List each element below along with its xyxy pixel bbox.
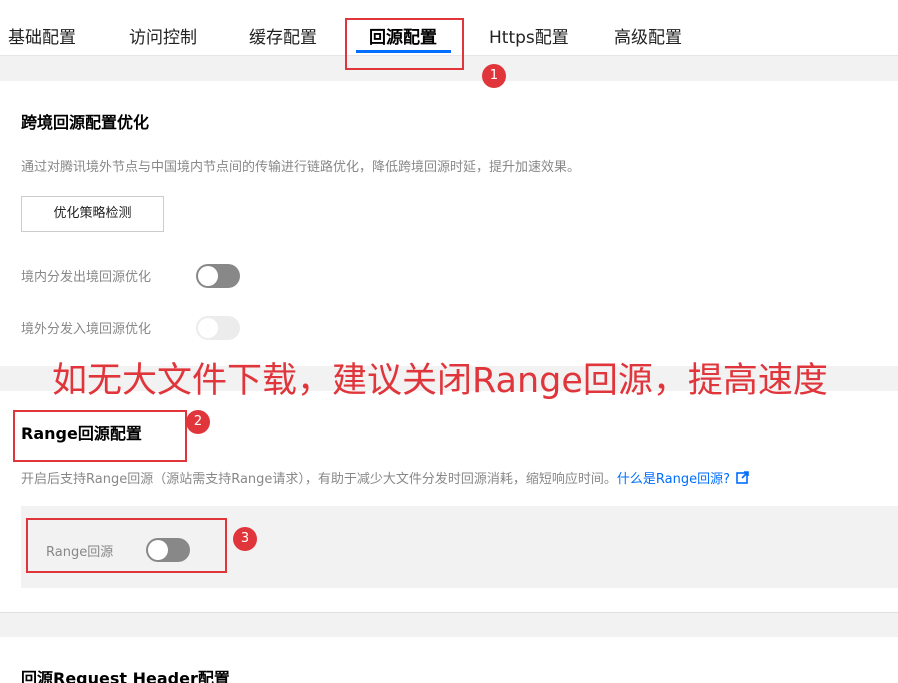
tab-access-control[interactable]: 访问控制 bbox=[129, 23, 197, 48]
tab-advanced-config[interactable]: 高级配置 bbox=[614, 23, 682, 48]
annotation-box-range-title bbox=[13, 410, 187, 462]
range-help-link[interactable]: 什么是Range回源? bbox=[617, 472, 730, 487]
tab-basic-config[interactable]: 基础配置 bbox=[8, 23, 76, 48]
external-link-icon[interactable] bbox=[736, 471, 749, 488]
annotation-overlay-text: 如无大文件下载，建议关闭Range回源，提高速度 bbox=[52, 361, 828, 401]
range-description: 开启后支持Range回源（源站需支持Range请求），有助于减少大文件分发时回源… bbox=[21, 468, 749, 488]
toggle-knob bbox=[198, 318, 218, 338]
tab-cache-config[interactable]: 缓存配置 bbox=[249, 23, 317, 48]
annotation-box-origin-tab bbox=[345, 18, 464, 70]
range-description-text: 开启后支持Range回源（源站需支持Range请求），有助于减少大文件分发时回源… bbox=[21, 472, 617, 487]
annotation-box-range-toggle bbox=[26, 518, 227, 573]
annotation-badge-2: 2 bbox=[186, 410, 210, 434]
optimization-check-button[interactable]: 优化策略检测 bbox=[21, 196, 164, 232]
tab-https-config[interactable]: Https配置 bbox=[489, 23, 569, 48]
toggle-knob bbox=[198, 266, 218, 286]
overseas-inbound-label: 境外分发入境回源优化 bbox=[21, 322, 152, 337]
cross-border-title: 跨境回源配置优化 bbox=[21, 113, 150, 132]
cross-border-card: 跨境回源配置优化 通过对腾讯境外节点与中国境内节点间的传输进行链路优化，降低跨境… bbox=[0, 81, 898, 366]
cross-border-description: 通过对腾讯境外节点与中国境内节点间的传输进行链路优化，降低跨境回源时延，提升加速… bbox=[21, 160, 581, 175]
overseas-inbound-toggle[interactable] bbox=[196, 316, 240, 340]
request-header-card: 回源Request Header配置 bbox=[0, 637, 898, 683]
request-header-title: 回源Request Header配置 bbox=[21, 669, 230, 683]
domestic-outbound-toggle[interactable] bbox=[196, 264, 240, 288]
annotation-badge-3: 3 bbox=[233, 527, 257, 551]
domestic-outbound-label: 境内分发出境回源优化 bbox=[21, 270, 152, 285]
annotation-badge-1: 1 bbox=[482, 64, 506, 88]
